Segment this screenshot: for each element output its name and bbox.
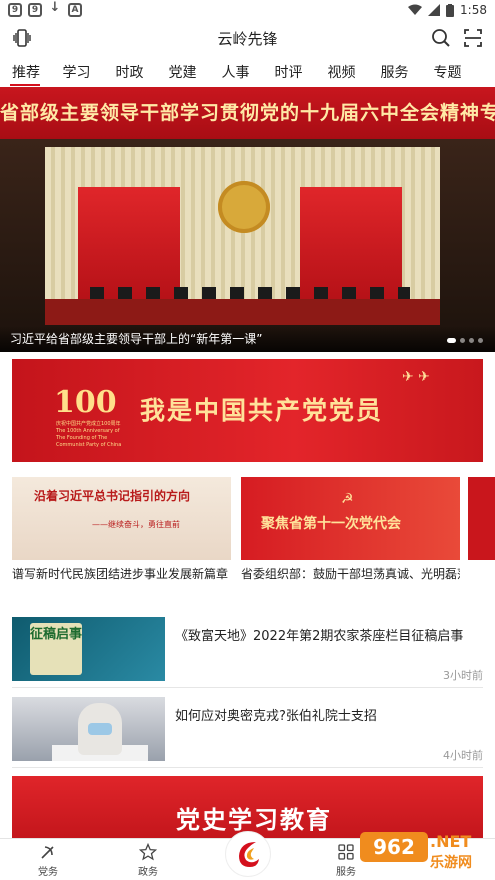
carousel-dot[interactable] <box>478 338 483 343</box>
banner-title: 党史学习教育 <box>176 805 332 834</box>
card-image-title: 聚焦省第十一次党代会 <box>261 516 401 532</box>
watermark-badge: 962 <box>360 832 428 862</box>
hero-carousel[interactable]: 省部级主要领导干部学习贯彻党的十九届六中全会精神专题研讨班 习近平给省部级主要领… <box>0 87 495 352</box>
status-bar: 9 9 ↓ A 1:58 <box>0 0 495 22</box>
carousel-dots <box>447 338 483 343</box>
news-title: 如何应对奥密克戎?张伯礼院士支招 <box>175 709 377 724</box>
watermark-net: .NET <box>430 832 472 851</box>
news-item[interactable]: 征稿启事 《致富天地》2022年第2期农家茶座栏目征稿启事 3小时前 <box>12 617 483 683</box>
card-image-subtitle: ——继续奋斗，勇往直前 <box>92 520 180 529</box>
notification-icon: A <box>68 3 82 17</box>
tab-special[interactable]: 专题 <box>421 58 474 86</box>
featured-card[interactable]: 沿着习近平总书记指引的方向 ——继续奋斗，勇往直前 谱写新时代民族团结进步事业发… <box>12 477 231 582</box>
status-left-icons: 9 9 ↓ A <box>8 0 82 17</box>
party-emblem-icon: ☭ <box>341 491 354 507</box>
tab-service[interactable]: 服务 <box>368 58 421 86</box>
featured-card-partial[interactable] <box>468 477 495 560</box>
site-watermark: 962 .NET 乐游网 <box>360 828 490 876</box>
news-thumbnail: 征稿启事 <box>12 617 165 681</box>
news-thumbnail <box>12 697 165 761</box>
status-right-icons: 1:58 <box>408 3 487 17</box>
featured-cards: 沿着习近平总书记指引的方向 ——继续奋斗，勇往直前 谱写新时代民族团结进步事业发… <box>12 477 495 587</box>
watermark-site: 乐游网 <box>430 855 472 871</box>
featured-card[interactable]: ☭ 聚焦省第十一次党代会 省委组织部：鼓励干部坦荡真诚、光明磊落 <box>241 477 460 582</box>
grid-icon <box>338 844 354 860</box>
hero-caption: 习近平给省部级主要领导干部上的“新年第一课” <box>0 326 495 352</box>
nav-label: 服务 <box>336 867 356 878</box>
hero-image <box>0 139 495 352</box>
card-image-title: 沿着习近平总书记指引的方向 <box>34 489 191 503</box>
tab-party-building[interactable]: 党建 <box>156 58 209 86</box>
centenary-logo-subtitle: 庆祝中国共产党成立100周年 The 100th Anniversary of … <box>56 421 122 448</box>
app-bar: 云岭先锋 <box>0 22 495 56</box>
app-title: 云岭先锋 <box>217 30 278 48</box>
carousel-dot[interactable] <box>460 338 465 343</box>
tab-recommend[interactable]: 推荐 <box>0 58 50 86</box>
card-caption: 省委组织部：鼓励干部坦荡真诚、光明磊落 <box>241 567 460 581</box>
tab-video[interactable]: 视频 <box>315 58 368 86</box>
news-time: 4小时前 <box>443 749 483 762</box>
divider <box>12 767 483 768</box>
party-emblem-icon <box>218 181 270 233</box>
notification-icon: 9 <box>28 3 42 17</box>
card-caption: 谱写新时代民族团结进步事业发展新篇章 <box>12 567 229 581</box>
app-logo-icon <box>239 842 259 867</box>
tab-study[interactable]: 学习 <box>50 58 103 86</box>
search-icon[interactable] <box>431 28 451 52</box>
news-time: 3小时前 <box>443 669 483 682</box>
banner-slogan: 我是中国共产党党员 <box>140 396 384 425</box>
tab-commentary[interactable]: 时评 <box>262 58 315 86</box>
home-center-button[interactable] <box>225 831 271 877</box>
signal-icon <box>428 4 441 16</box>
news-title: 《致富天地》2022年第2期农家茶座栏目征稿启事 <box>175 629 464 644</box>
party-member-banner[interactable]: 100 庆祝中国共产党成立100周年 The 100th Anniversary… <box>12 359 483 462</box>
podium-desk <box>45 299 440 325</box>
nav-party-affairs[interactable]: 党务 <box>18 843 78 878</box>
carousel-dot[interactable] <box>469 338 474 343</box>
thumbnail-person <box>88 723 112 735</box>
wifi-icon <box>408 4 423 15</box>
carousel-dot-active[interactable] <box>447 338 456 343</box>
battery-icon <box>446 3 455 17</box>
scan-icon[interactable] <box>463 28 483 52</box>
category-tabs: 推荐 学习 时政 党建 人事 时评 视频 服务 专题 <box>0 58 495 86</box>
party-emblem-icon <box>41 846 54 859</box>
news-item[interactable]: 如何应对奥密克戎?张伯礼院士支招 4小时前 <box>12 697 483 763</box>
centenary-logo: 100 <box>54 385 117 420</box>
notification-icon: 9 <box>8 3 22 17</box>
divider <box>12 687 483 688</box>
card-image: 沿着习近平总书记指引的方向 ——继续奋斗，勇往直前 <box>12 477 231 560</box>
card-image: ☭ 聚焦省第十一次党代会 <box>241 477 460 560</box>
nav-label: 党务 <box>38 867 58 878</box>
tab-politics[interactable]: 时政 <box>103 58 156 86</box>
doves-icon: ✈ ✈ <box>402 369 430 385</box>
status-time: 1:58 <box>460 3 487 17</box>
star-icon <box>139 843 157 861</box>
nav-label: 政务 <box>138 867 158 878</box>
download-icon: ↓ <box>49 0 61 15</box>
thumbnail-sign: 征稿启事 <box>30 623 82 675</box>
hero-banner-text: 省部级主要领导干部学习贯彻党的十九届六中全会精神专题研讨班 <box>0 87 495 139</box>
tab-personnel[interactable]: 人事 <box>209 58 262 86</box>
nav-government-affairs[interactable]: 政务 <box>118 843 178 878</box>
